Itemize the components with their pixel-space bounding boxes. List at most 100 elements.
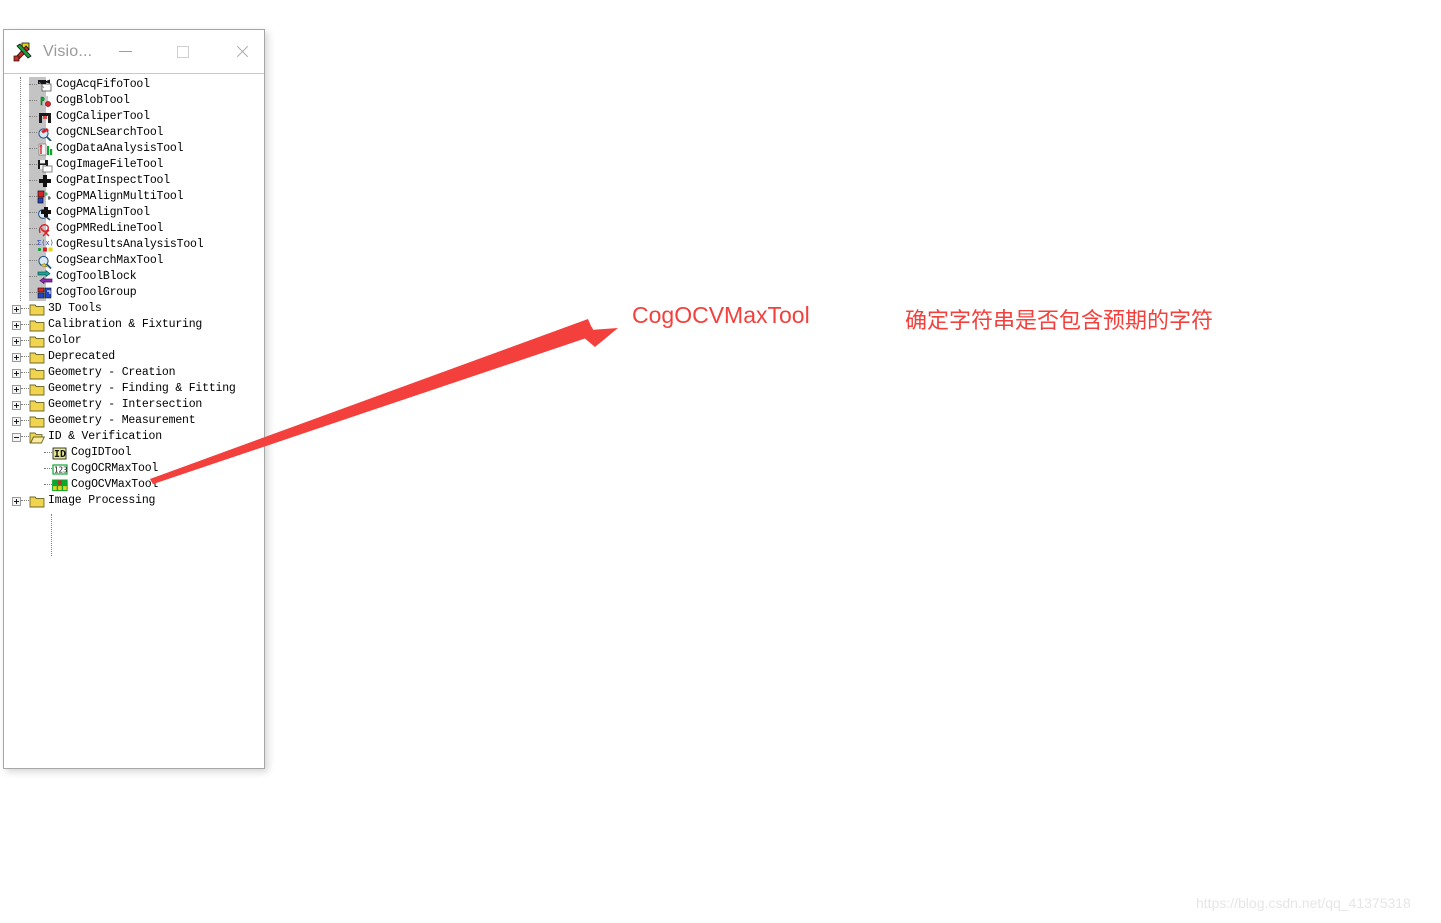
tree-item-label: CogAcqFifoTool — [56, 78, 150, 91]
tree-connector — [44, 484, 52, 486]
tree-connector — [44, 468, 52, 470]
expand-plus-icon[interactable] — [12, 368, 21, 378]
id-tool-icon: ID — [52, 446, 68, 461]
minimize-button[interactable] — [103, 30, 147, 73]
caliper-tool-icon — [37, 110, 53, 125]
tree-item-id-verification[interactable]: ID & Verification — [4, 429, 264, 445]
tree-item-deprecated[interactable]: Deprecated — [4, 349, 264, 365]
svg-text:Σ(x): Σ(x) — [37, 239, 53, 247]
tree-item-label: Geometry - Creation — [48, 366, 176, 379]
tree-item-label: ID & Verification — [48, 430, 162, 443]
svg-text:ID: ID — [54, 449, 66, 460]
cnl-search-tool-icon — [37, 126, 53, 141]
tree-item-label: CogIDTool — [71, 446, 132, 459]
tree-connector — [21, 404, 29, 406]
pat-inspect-tool-icon — [37, 174, 53, 189]
tree-item-label: CogToolBlock — [56, 270, 137, 283]
image-file-tool-icon — [37, 158, 53, 173]
close-button[interactable] — [220, 30, 264, 73]
folder-icon — [29, 494, 45, 509]
tree-item-label: Deprecated — [48, 350, 116, 363]
expand-plus-icon[interactable] — [12, 400, 21, 410]
tree-item-color[interactable]: Color — [4, 333, 264, 349]
tree-connector — [21, 372, 29, 374]
tree-item-label: Geometry - Finding & Fitting — [48, 382, 236, 395]
close-icon — [235, 45, 249, 59]
folder-icon — [29, 318, 45, 333]
expand-plus-icon[interactable] — [12, 416, 21, 426]
tree-connector — [29, 132, 37, 134]
tree-item-label: Image Processing — [48, 494, 156, 507]
tree-item-label: CogResultsAnalysisTool — [56, 238, 204, 251]
tree-item-cogpatinspecttool[interactable]: CogPatInspectTool — [4, 173, 264, 189]
window-titlebar: Visio... — [4, 30, 264, 74]
annotation-title: CogOCVMaxTool — [632, 302, 810, 328]
maximize-icon — [177, 45, 189, 58]
expand-plus-icon[interactable] — [12, 304, 21, 314]
tree-item-cogocrmaxtool[interactable]: 123 CogOCRMaxTool — [4, 461, 264, 477]
tree-item-cogpmalignmultitool[interactable]: CogPMAlignMultiTool — [4, 189, 264, 205]
folder-open-icon — [29, 430, 45, 445]
tree-item-label: CogOCVMaxTool — [71, 478, 159, 491]
tree-item-cogdataanalysistool[interactable]: CogDataAnalysisTool — [4, 141, 264, 157]
tree-connector — [29, 228, 37, 230]
data-analysis-tool-icon — [37, 142, 53, 157]
tree-item-label: CogOCRMaxTool — [71, 462, 159, 475]
tree-item-label: CogToolGroup — [56, 286, 137, 299]
tree-item-cogpmaligntool[interactable]: CogPMAlignTool — [4, 205, 264, 221]
tree-item-cogcalipertool[interactable]: CogCaliperTool — [4, 109, 264, 125]
acq-fifo-tool-icon — [37, 78, 53, 93]
folder-icon — [29, 302, 45, 317]
tree-item-cogsearchmaxtool[interactable]: CogSearchMaxTool — [4, 253, 264, 269]
tool-tree[interactable]: CogAcqFifoTool CogBlobTool CogCaliperTool C… — [4, 74, 264, 768]
tree-item-geometry-creation[interactable]: Geometry - Creation — [4, 365, 264, 381]
tree-item-cogocvmaxtool[interactable]: CogOCVMaxTool — [4, 477, 264, 493]
tree-item-label: Calibration & Fixturing — [48, 318, 203, 331]
folder-icon — [29, 382, 45, 397]
expand-plus-icon[interactable] — [12, 336, 21, 346]
tree-connector — [21, 324, 29, 326]
collapse-minus-icon[interactable] — [12, 432, 21, 442]
tree-connector — [44, 452, 52, 454]
tree-item-cogtoolgroup[interactable]: CogToolGroup — [4, 285, 264, 301]
results-analysis-tool-icon: Σ(x) — [37, 238, 53, 253]
pmalign-multi-tool-icon — [37, 190, 53, 205]
pmalign-tool-icon — [37, 206, 53, 221]
tree-connector — [29, 260, 37, 262]
tree-item-label: CogPMAlignMultiTool — [56, 190, 184, 203]
expand-plus-icon[interactable] — [12, 352, 21, 362]
tree-connector — [29, 116, 37, 118]
tree-item-label: Color — [48, 334, 82, 347]
pmredline-tool-icon — [37, 222, 53, 237]
tree-item-cogcnlsearchtool[interactable]: CogCNLSearchTool — [4, 125, 264, 141]
tree-item-cogidtool[interactable]: ID CogIDTool — [4, 445, 264, 461]
folder-icon — [29, 334, 45, 349]
tree-item-label: CogPMRedLineTool — [56, 222, 164, 235]
tree-item-cogimagefiletool[interactable]: CogImageFileTool — [4, 157, 264, 173]
tree-item-calibration-fixturing[interactable]: Calibration & Fixturing — [4, 317, 264, 333]
tree-item-cogpmredlinetool[interactable]: CogPMRedLineTool — [4, 221, 264, 237]
tree-connector — [21, 420, 29, 422]
tree-item-cogtoolblock[interactable]: CogToolBlock — [4, 269, 264, 285]
tree-item-label: CogPatInspectTool — [56, 174, 170, 187]
tree-guide-line-sub — [51, 514, 53, 556]
expand-plus-icon[interactable] — [12, 384, 21, 394]
expand-plus-icon[interactable] — [12, 320, 21, 330]
tree-connector — [21, 308, 29, 310]
tree-item-geometry-finding-fitting[interactable]: Geometry - Finding & Fitting — [4, 381, 264, 397]
tree-item-geometry-measurement[interactable]: Geometry - Measurement — [4, 413, 264, 429]
tree-item-3d-tools[interactable]: 3D Tools — [4, 301, 264, 317]
maximize-button[interactable] — [161, 30, 205, 73]
tree-item-cogblobtool[interactable]: CogBlobTool — [4, 93, 264, 109]
tree-item-geometry-intersection[interactable]: Geometry - Intersection — [4, 397, 264, 413]
tree-item-image-processing[interactable]: Image Processing — [4, 493, 264, 509]
svg-text:123: 123 — [54, 465, 68, 474]
expand-plus-icon[interactable] — [12, 496, 21, 506]
tree-connector — [21, 500, 29, 502]
tree-connector — [29, 244, 37, 246]
tree-connector — [29, 180, 37, 182]
tree-connector — [29, 196, 37, 198]
tree-item-cogresultsanalysistool[interactable]: Σ(x) CogResultsAnalysisTool — [4, 237, 264, 253]
tree-item-cogacqfifotool[interactable]: CogAcqFifoTool — [4, 77, 264, 93]
ocrmax-tool-icon: 123 — [52, 462, 68, 477]
